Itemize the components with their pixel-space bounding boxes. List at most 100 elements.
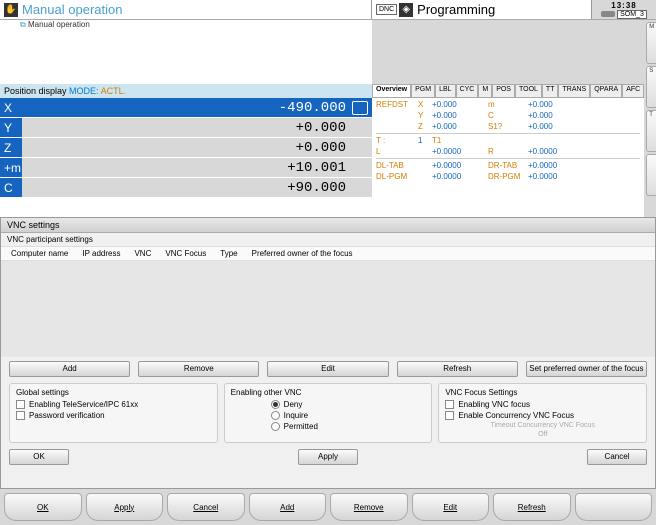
tab-lbl[interactable]: LBL bbox=[435, 84, 455, 98]
overview-dl-row: DL-TAB+0.0000DR-TAB+0.0000 bbox=[376, 160, 640, 171]
softkey-refresh[interactable]: Refresh bbox=[493, 493, 571, 521]
tab-afc[interactable]: AFC bbox=[622, 84, 644, 98]
axis-value: -490.000 bbox=[22, 98, 372, 117]
tab-pos[interactable]: POS bbox=[492, 84, 515, 98]
softkey-ok[interactable]: OK bbox=[4, 493, 82, 521]
global-settings-title: Global settings bbox=[16, 388, 211, 397]
focus-settings-title: VNC Focus Settings bbox=[445, 388, 640, 397]
overview-t-row: T :1T1 bbox=[376, 135, 640, 146]
vnc-window-title: VNC settings bbox=[1, 218, 655, 233]
side-button-3[interactable] bbox=[646, 154, 656, 196]
radio-label: Permitted bbox=[284, 422, 318, 431]
side-button-S[interactable]: S bbox=[646, 66, 656, 108]
clock: 13:38 bbox=[611, 1, 636, 10]
tab-trans[interactable]: TRANS bbox=[558, 84, 590, 98]
checkbox-row[interactable]: Enable Concurrency VNC Focus bbox=[445, 411, 640, 420]
axis-row-m[interactable]: +m+10.001 bbox=[0, 158, 372, 177]
mode-title: Manual operation bbox=[22, 2, 122, 17]
vnc-col-header: Preferred owner of the focus bbox=[252, 249, 353, 258]
vnc-set-preferred-owner-of-the-focus-button[interactable]: Set preferred owner of the focus bbox=[526, 361, 647, 377]
axis-row-Y[interactable]: Y+0.000 bbox=[0, 118, 372, 137]
checkbox-label: Password verification bbox=[29, 411, 105, 420]
softkey-apply[interactable]: Apply bbox=[86, 493, 164, 521]
axis-row-Z[interactable]: Z+0.000 bbox=[0, 138, 372, 157]
side-tag: M bbox=[649, 24, 654, 30]
axis-value: +10.001 bbox=[22, 158, 372, 177]
vnc-col-header: IP address bbox=[82, 249, 120, 258]
softkey-empty bbox=[575, 493, 653, 521]
axis-value: +0.000 bbox=[22, 118, 372, 137]
checkbox-icon bbox=[16, 411, 25, 420]
radio-label: Deny bbox=[284, 400, 303, 409]
checkbox-label: Enabling VNC focus bbox=[458, 400, 530, 409]
side-button-T[interactable]: T bbox=[646, 110, 656, 152]
clock-area: 13:38 SOM_3 bbox=[592, 0, 656, 19]
softkey-bar: OKApplyCancelAddRemoveEditRefresh bbox=[0, 489, 656, 525]
title-bar: ✋ Manual operation DNC ◈ Programming 13:… bbox=[0, 0, 656, 20]
vnc-participant-list[interactable] bbox=[1, 261, 655, 357]
side-tag: T bbox=[649, 112, 653, 118]
overview-panel: OverviewPGMLBLCYCMPOSTOOLTTTRANSQPARAAFC… bbox=[372, 20, 644, 217]
enabling-other-vnc-box: Enabling other VNC Deny Inquire Permitted bbox=[224, 383, 433, 443]
radio-label: Inquire bbox=[284, 411, 308, 420]
apply-button[interactable]: Apply bbox=[298, 449, 358, 465]
som-badge: SOM_3 bbox=[601, 10, 647, 19]
vnc-col-header: VNC bbox=[134, 249, 151, 258]
vnc-table-header: Computer nameIP addressVNCVNC FocusTypeP… bbox=[1, 246, 655, 261]
position-header: Position display MODE: ACTL. bbox=[0, 84, 372, 98]
radio-row[interactable]: Deny bbox=[271, 400, 426, 409]
vnc-refresh-button[interactable]: Refresh bbox=[397, 361, 518, 377]
vnc-col-header: Computer name bbox=[11, 249, 68, 258]
global-settings-box: Global settings Enabling TeleService/IPC… bbox=[9, 383, 218, 443]
sub-title: ⧉ Manual operation bbox=[20, 20, 90, 30]
dnc-badge: DNC bbox=[376, 4, 397, 15]
checkbox-icon bbox=[445, 400, 454, 409]
arrow-icon: ◈ bbox=[399, 3, 413, 17]
axis-row-X[interactable]: X-490.000 bbox=[0, 98, 372, 117]
side-tag: S bbox=[649, 68, 653, 74]
checkbox-icon bbox=[16, 400, 25, 409]
tab-tt[interactable]: TT bbox=[542, 84, 559, 98]
tab-overview[interactable]: Overview bbox=[372, 84, 411, 98]
other-vnc-title: Enabling other VNC bbox=[231, 388, 426, 397]
overview-l-row: L+0.0000R+0.0000 bbox=[376, 146, 640, 157]
softkey-remove[interactable]: Remove bbox=[330, 493, 408, 521]
radio-row[interactable]: Permitted bbox=[271, 422, 426, 431]
tab-pgm[interactable]: PGM bbox=[411, 84, 435, 98]
som-text: SOM_3 bbox=[617, 10, 647, 19]
overview-row: REFDSTX+0.000m+0.000 bbox=[376, 99, 640, 110]
focus-timeout-label: Timeout Concurrency VNC Focus bbox=[445, 422, 640, 429]
radio-icon bbox=[271, 411, 280, 420]
side-button-M[interactable]: M bbox=[646, 22, 656, 64]
softkey-add[interactable]: Add bbox=[249, 493, 327, 521]
axis-value: +0.000 bbox=[22, 138, 372, 157]
radio-icon bbox=[271, 400, 280, 409]
vnc-remove-button[interactable]: Remove bbox=[138, 361, 259, 377]
radio-icon bbox=[271, 422, 280, 431]
checkbox-row[interactable]: Enabling TeleService/IPC 61xx bbox=[16, 400, 211, 409]
ok-button[interactable]: OK bbox=[9, 449, 69, 465]
checkbox-row[interactable]: Password verification bbox=[16, 411, 211, 420]
checkbox-label: Enabling TeleService/IPC 61xx bbox=[29, 400, 138, 409]
vnc-edit-button[interactable]: Edit bbox=[267, 361, 388, 377]
tab-m[interactable]: M bbox=[478, 84, 492, 98]
tab-cyc[interactable]: CYC bbox=[456, 84, 479, 98]
softkey-edit[interactable]: Edit bbox=[412, 493, 490, 521]
radio-row[interactable]: Inquire bbox=[271, 411, 426, 420]
overview-row: Y+0.000C+0.000 bbox=[376, 110, 640, 121]
tab-qpara[interactable]: QPARA bbox=[590, 84, 622, 98]
vnc-add-button[interactable]: Add bbox=[9, 361, 130, 377]
vnc-settings-window: VNC settings VNC participant settings Co… bbox=[0, 217, 656, 489]
axis-value: +90.000 bbox=[22, 178, 372, 197]
prog-area: DNC ◈ Programming bbox=[372, 0, 592, 19]
axis-label: C bbox=[0, 178, 22, 197]
softkey-cancel[interactable]: Cancel bbox=[167, 493, 245, 521]
axis-label: +m bbox=[0, 158, 22, 177]
checkbox-row[interactable]: Enabling VNC focus bbox=[445, 400, 640, 409]
tab-tool[interactable]: TOOL bbox=[515, 84, 542, 98]
overview-row: Z+0.000S1?+0.000 bbox=[376, 121, 640, 132]
cancel-button[interactable]: Cancel bbox=[587, 449, 647, 465]
axis-row-C[interactable]: C+90.000 bbox=[0, 178, 372, 197]
vnc-focus-box: VNC Focus Settings Enabling VNC focus Ena… bbox=[438, 383, 647, 443]
axis-label: Y bbox=[0, 118, 22, 137]
